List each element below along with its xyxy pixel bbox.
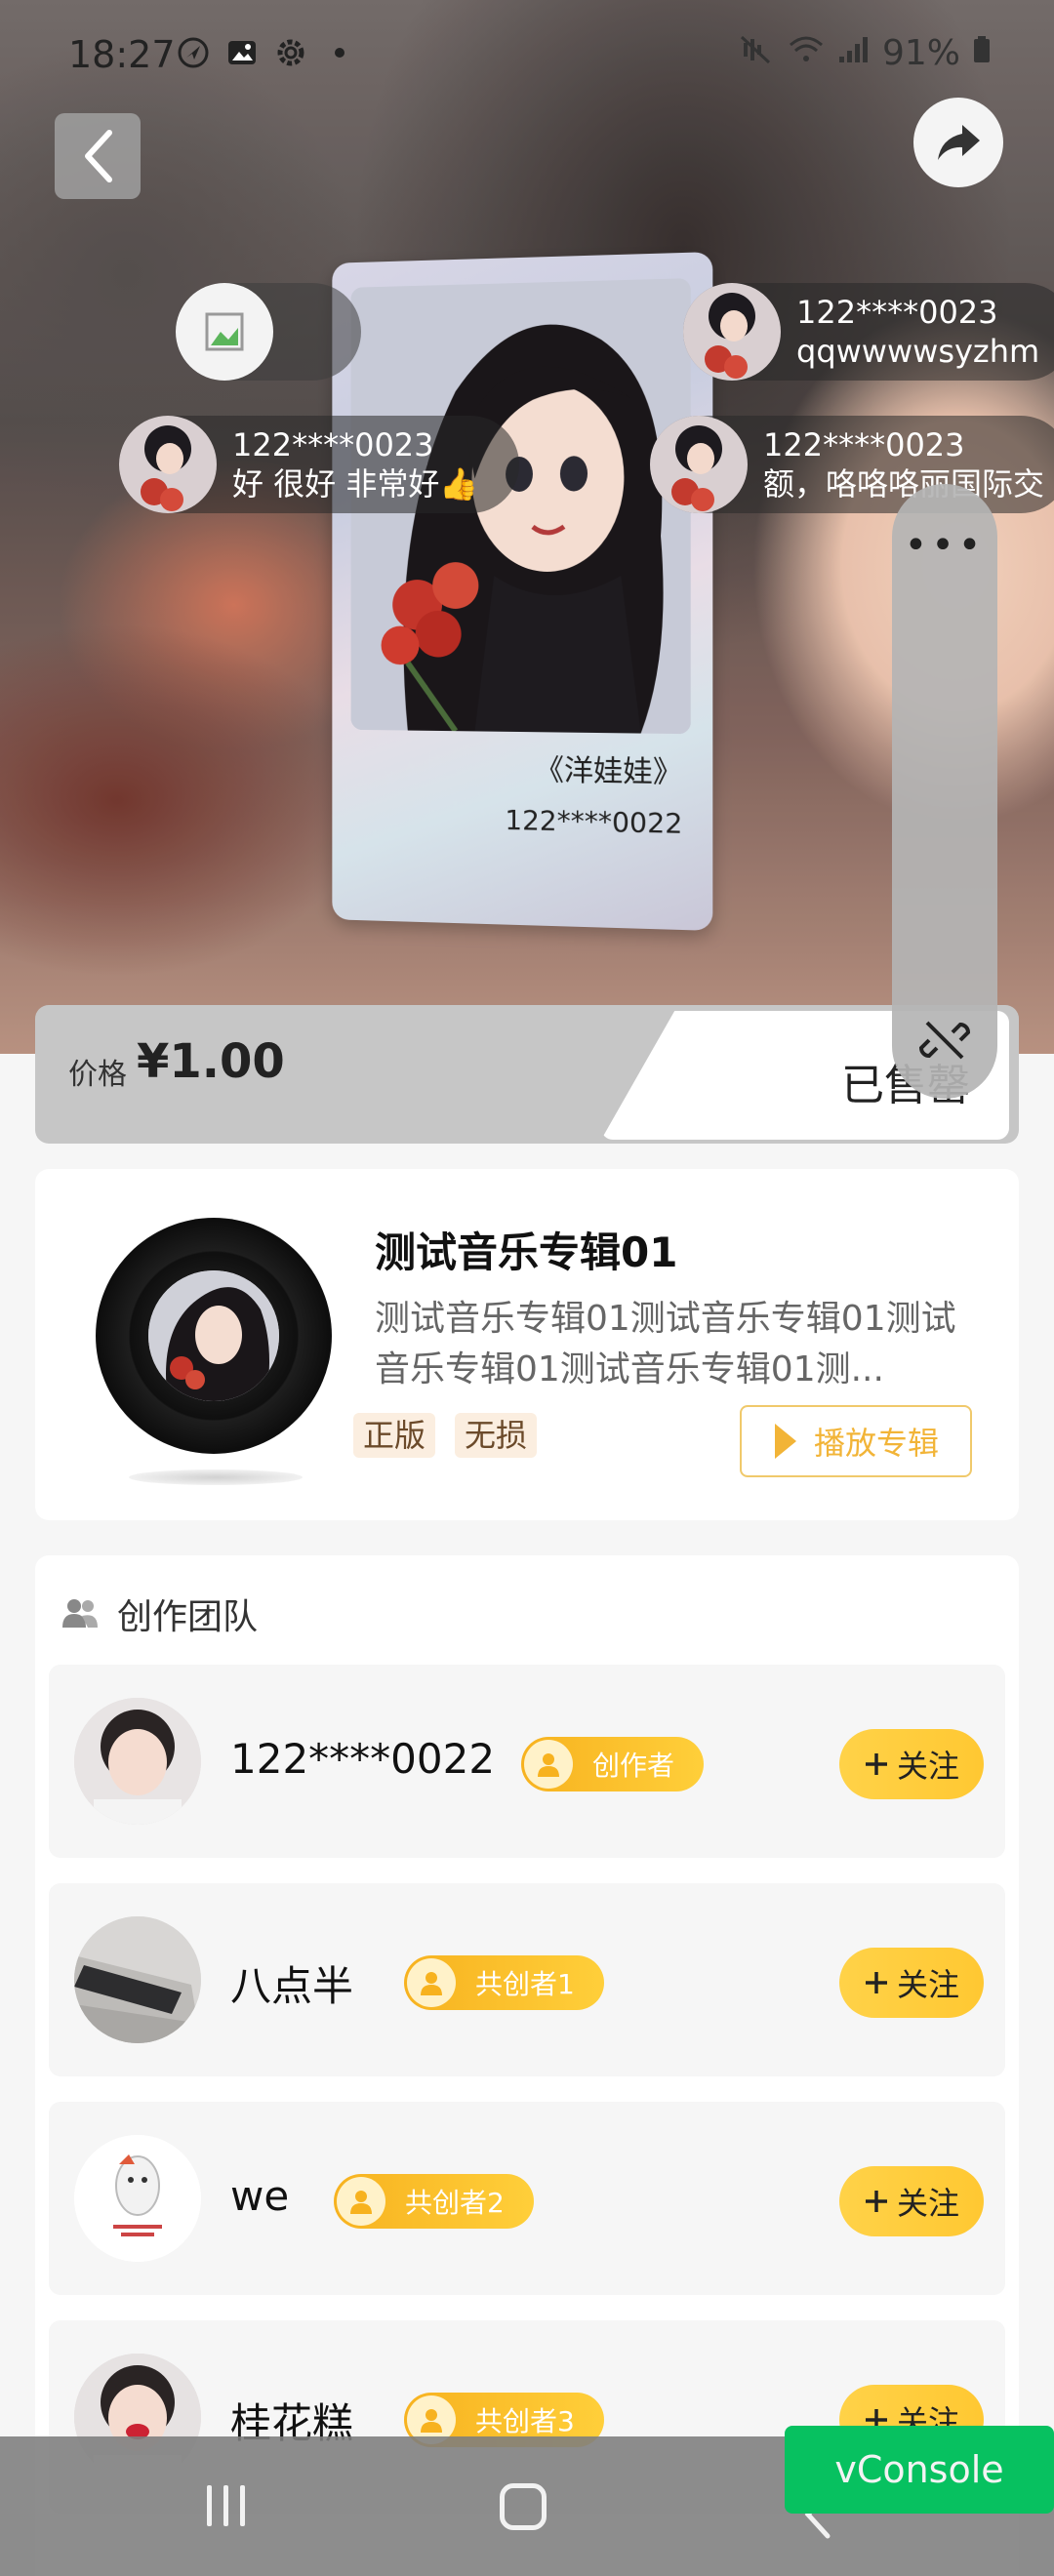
team-header: 创作团队 xyxy=(61,1589,258,1639)
tag-lossless: 无损 xyxy=(455,1413,538,1458)
avatar[interactable] xyxy=(74,2135,201,2262)
role-badge: 共创者2 xyxy=(334,2174,534,2229)
card-owner: 122****0022 xyxy=(505,803,683,840)
user-icon xyxy=(337,2177,385,2226)
role-badge: 创作者 xyxy=(521,1737,705,1791)
danmaku-avatar xyxy=(119,416,217,513)
status-right: 91% xyxy=(740,33,992,73)
avatar[interactable] xyxy=(74,1698,201,1825)
collectible-card[interactable]: 《洋娃娃》 122****0022 xyxy=(332,252,713,931)
signal-icon xyxy=(837,33,871,73)
status-icons-left xyxy=(176,35,357,70)
role-label: 共创者3 xyxy=(475,2405,575,2437)
link-off-icon[interactable] xyxy=(915,1011,974,1069)
status-bar: 18:27 91% xyxy=(0,0,1054,107)
plus-icon xyxy=(865,2191,887,2212)
follow-label: 关注 xyxy=(896,2185,959,2222)
team-member-row: 八点半 共创者1 关注 xyxy=(49,1883,1005,2076)
wifi-icon xyxy=(787,33,826,73)
team-member-row: we 共创者2 关注 xyxy=(49,2102,1005,2295)
follow-label: 关注 xyxy=(896,1966,959,2003)
play-icon xyxy=(774,1424,796,1459)
battery-icon xyxy=(972,33,992,73)
floating-toolbar[interactable]: ••• xyxy=(892,484,997,1099)
share-button[interactable] xyxy=(913,98,1003,187)
settings-icon xyxy=(273,35,308,70)
gallery-icon xyxy=(224,35,260,70)
plus-icon xyxy=(865,1753,887,1775)
team-member-row: 122****0022 创作者 关注 xyxy=(49,1665,1005,1858)
back-button[interactable] xyxy=(55,113,141,199)
user-icon xyxy=(407,1958,456,2007)
navigation-icon xyxy=(176,35,211,70)
role-badge: 共创者1 xyxy=(404,1955,604,2010)
home-button[interactable] xyxy=(500,2483,547,2530)
danmaku-text: qqwwwwsyzhm xyxy=(796,333,1040,370)
status-time: 18:27 xyxy=(68,33,176,76)
vinyl-record xyxy=(96,1218,332,1454)
member-name: 122****0022 xyxy=(230,1735,496,1783)
member-name: 八点半 xyxy=(230,1962,354,2010)
follow-label: 关注 xyxy=(896,1748,959,1785)
battery-text: 91% xyxy=(881,33,960,73)
notification-dot-icon xyxy=(322,35,357,70)
album-section: 测试音乐专辑01 测试音乐专辑01测试音乐专辑01测试音乐专辑01测试音乐专辑0… xyxy=(35,1169,1019,1520)
follow-button[interactable]: 关注 xyxy=(839,1948,984,2018)
danmaku-bubble-partial xyxy=(176,283,361,381)
vinyl-shadow xyxy=(129,1469,303,1485)
creator-team-section: 创作团队 122****0022 创作者 关注 八点半 共创者1 关注 we 共… xyxy=(35,1555,1019,2576)
danmaku-user: 122****0023 xyxy=(763,426,965,463)
member-name: we xyxy=(230,2172,290,2220)
role-label: 创作者 xyxy=(592,1750,675,1782)
album-description: 测试音乐专辑01测试音乐专辑01测试音乐专辑01测试音乐专辑01测... xyxy=(375,1299,956,1389)
danmaku-text: 额，咯咯咯丽国际交 xyxy=(763,465,1045,503)
price-bar: 价格 ¥1.00 已售罄 xyxy=(35,1005,1019,1144)
card-title: 《洋娃娃》 xyxy=(534,753,683,790)
mute-icon xyxy=(740,33,775,73)
danmaku-bubble: 122****0023 qqwwwwsyzhm xyxy=(683,283,1054,381)
danmaku-avatar xyxy=(683,283,781,381)
team-icon xyxy=(62,1599,98,1628)
danmaku-user: 122****0023 xyxy=(796,294,998,331)
album-cover xyxy=(148,1270,279,1401)
team-heading: 创作团队 xyxy=(117,1597,259,1637)
role-label: 共创者2 xyxy=(405,2187,505,2219)
album-title: 测试音乐专辑01 xyxy=(375,1228,678,1276)
tag-genuine: 正版 xyxy=(353,1413,436,1458)
share-icon xyxy=(938,125,980,160)
danmaku-avatar xyxy=(650,416,748,513)
play-album-label: 播放专辑 xyxy=(813,1425,939,1462)
danmaku-user: 122****0023 xyxy=(232,426,434,463)
recent-apps-button[interactable] xyxy=(207,2485,245,2526)
price-label: 价格 xyxy=(68,1058,127,1092)
follow-button[interactable]: 关注 xyxy=(839,1729,984,1799)
broken-image-icon xyxy=(176,283,273,381)
vconsole-button[interactable]: vConsole xyxy=(785,2426,1054,2514)
danmaku-bubble: 122****0023 额，咯咯咯丽国际交 xyxy=(650,416,1054,513)
chevron-left-icon xyxy=(85,130,112,182)
play-album-button[interactable]: 播放专辑 xyxy=(740,1405,972,1477)
danmaku-text: 好 很好 非常好👍 xyxy=(232,465,479,503)
user-icon xyxy=(524,1740,573,1789)
price-value: ¥1.00 xyxy=(137,1034,285,1089)
danmaku-bubble: 122****0023 好 很好 非常好👍 xyxy=(119,416,519,513)
plus-icon xyxy=(865,1972,887,1993)
more-icon[interactable]: ••• xyxy=(892,523,997,568)
role-label: 共创者1 xyxy=(475,1968,575,2000)
avatar[interactable] xyxy=(74,1916,201,2043)
follow-button[interactable]: 关注 xyxy=(839,2166,984,2236)
